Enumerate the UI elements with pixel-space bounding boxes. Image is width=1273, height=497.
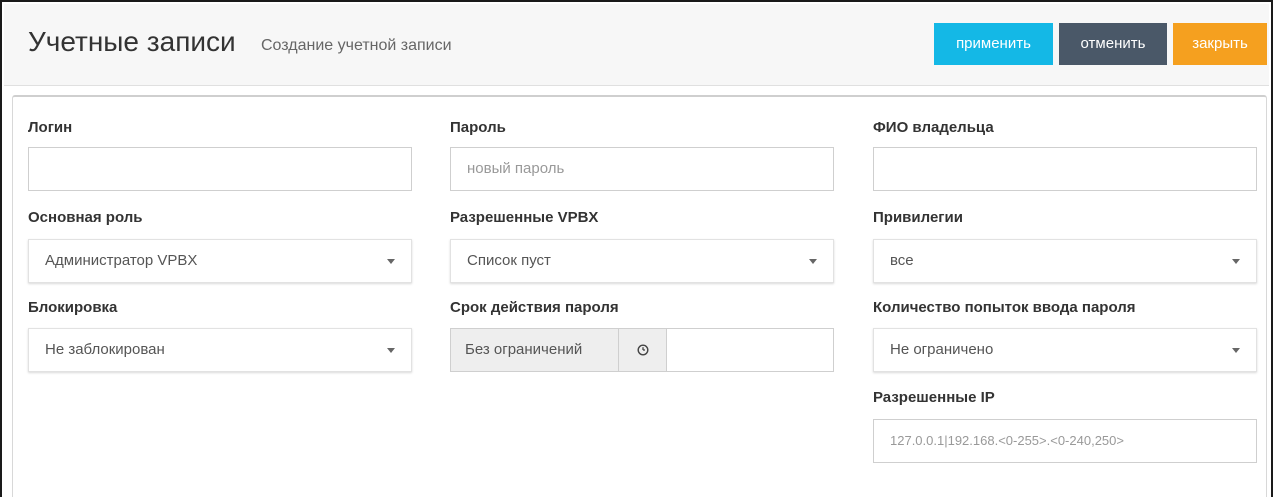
chevron-down-icon (387, 348, 395, 353)
attempts-select[interactable]: Не ограничено (873, 328, 1257, 372)
owner-name-input[interactable] (873, 147, 1257, 191)
lock-select[interactable]: Не заблокирован (28, 328, 412, 372)
role-select-value: Администратор VPBX (45, 252, 198, 269)
role-select[interactable]: Администратор VPBX (28, 239, 412, 283)
login-label: Логин (28, 119, 73, 136)
login-input[interactable] (28, 147, 412, 191)
password-expiry-mode[interactable]: Без ограничений (451, 329, 619, 371)
page-subtitle: Создание учетной записи (261, 37, 452, 54)
vpbx-select[interactable]: Список пуст (450, 239, 834, 283)
page-title: Учетные записи (28, 26, 236, 57)
vpbx-label: Разрешенные VPBX (450, 209, 599, 226)
privileges-label: Привилегии (873, 209, 963, 226)
lock-label: Блокировка (28, 299, 118, 316)
password-input[interactable]: новый пароль (450, 147, 834, 191)
close-button[interactable]: закрыть (1173, 23, 1267, 65)
vpbx-select-value: Список пуст (467, 252, 551, 269)
clock-icon[interactable] (619, 329, 667, 371)
chevron-down-icon (1232, 348, 1240, 353)
password-label: Пароль (450, 119, 506, 136)
attempts-label: Количество попыток ввода пароля (873, 299, 1136, 316)
chevron-down-icon (809, 259, 817, 264)
chevron-down-icon (1232, 259, 1240, 264)
chevron-down-icon (387, 259, 395, 264)
page-header: Учетные записи Создание учетной записи п… (4, 4, 1269, 86)
cancel-button[interactable]: отменить (1059, 23, 1167, 65)
password-expiry-label: Срок действия пароля (450, 299, 619, 316)
window-frame: Учетные записи Создание учетной записи п… (0, 0, 1273, 497)
privileges-select-value: все (890, 252, 914, 269)
allowed-ip-placeholder: 127.0.0.1|192.168.<0-255>.<0-240,250> (890, 433, 1124, 448)
password-expiry-group: Без ограничений (450, 328, 834, 372)
lock-select-value: Не заблокирован (45, 341, 165, 358)
password-placeholder: новый пароль (467, 160, 565, 177)
allowed-ip-label: Разрешенные IP (873, 389, 995, 406)
privileges-select[interactable]: все (873, 239, 1257, 283)
owner-label: ФИО владельца (873, 119, 994, 136)
allowed-ip-input[interactable]: 127.0.0.1|192.168.<0-255>.<0-240,250> (873, 419, 1257, 463)
attempts-select-value: Не ограничено (890, 341, 994, 358)
account-form-panel: Логин Пароль новый пароль ФИО владельца … (12, 95, 1267, 497)
apply-button[interactable]: применить (934, 23, 1053, 65)
role-label: Основная роль (28, 209, 143, 226)
